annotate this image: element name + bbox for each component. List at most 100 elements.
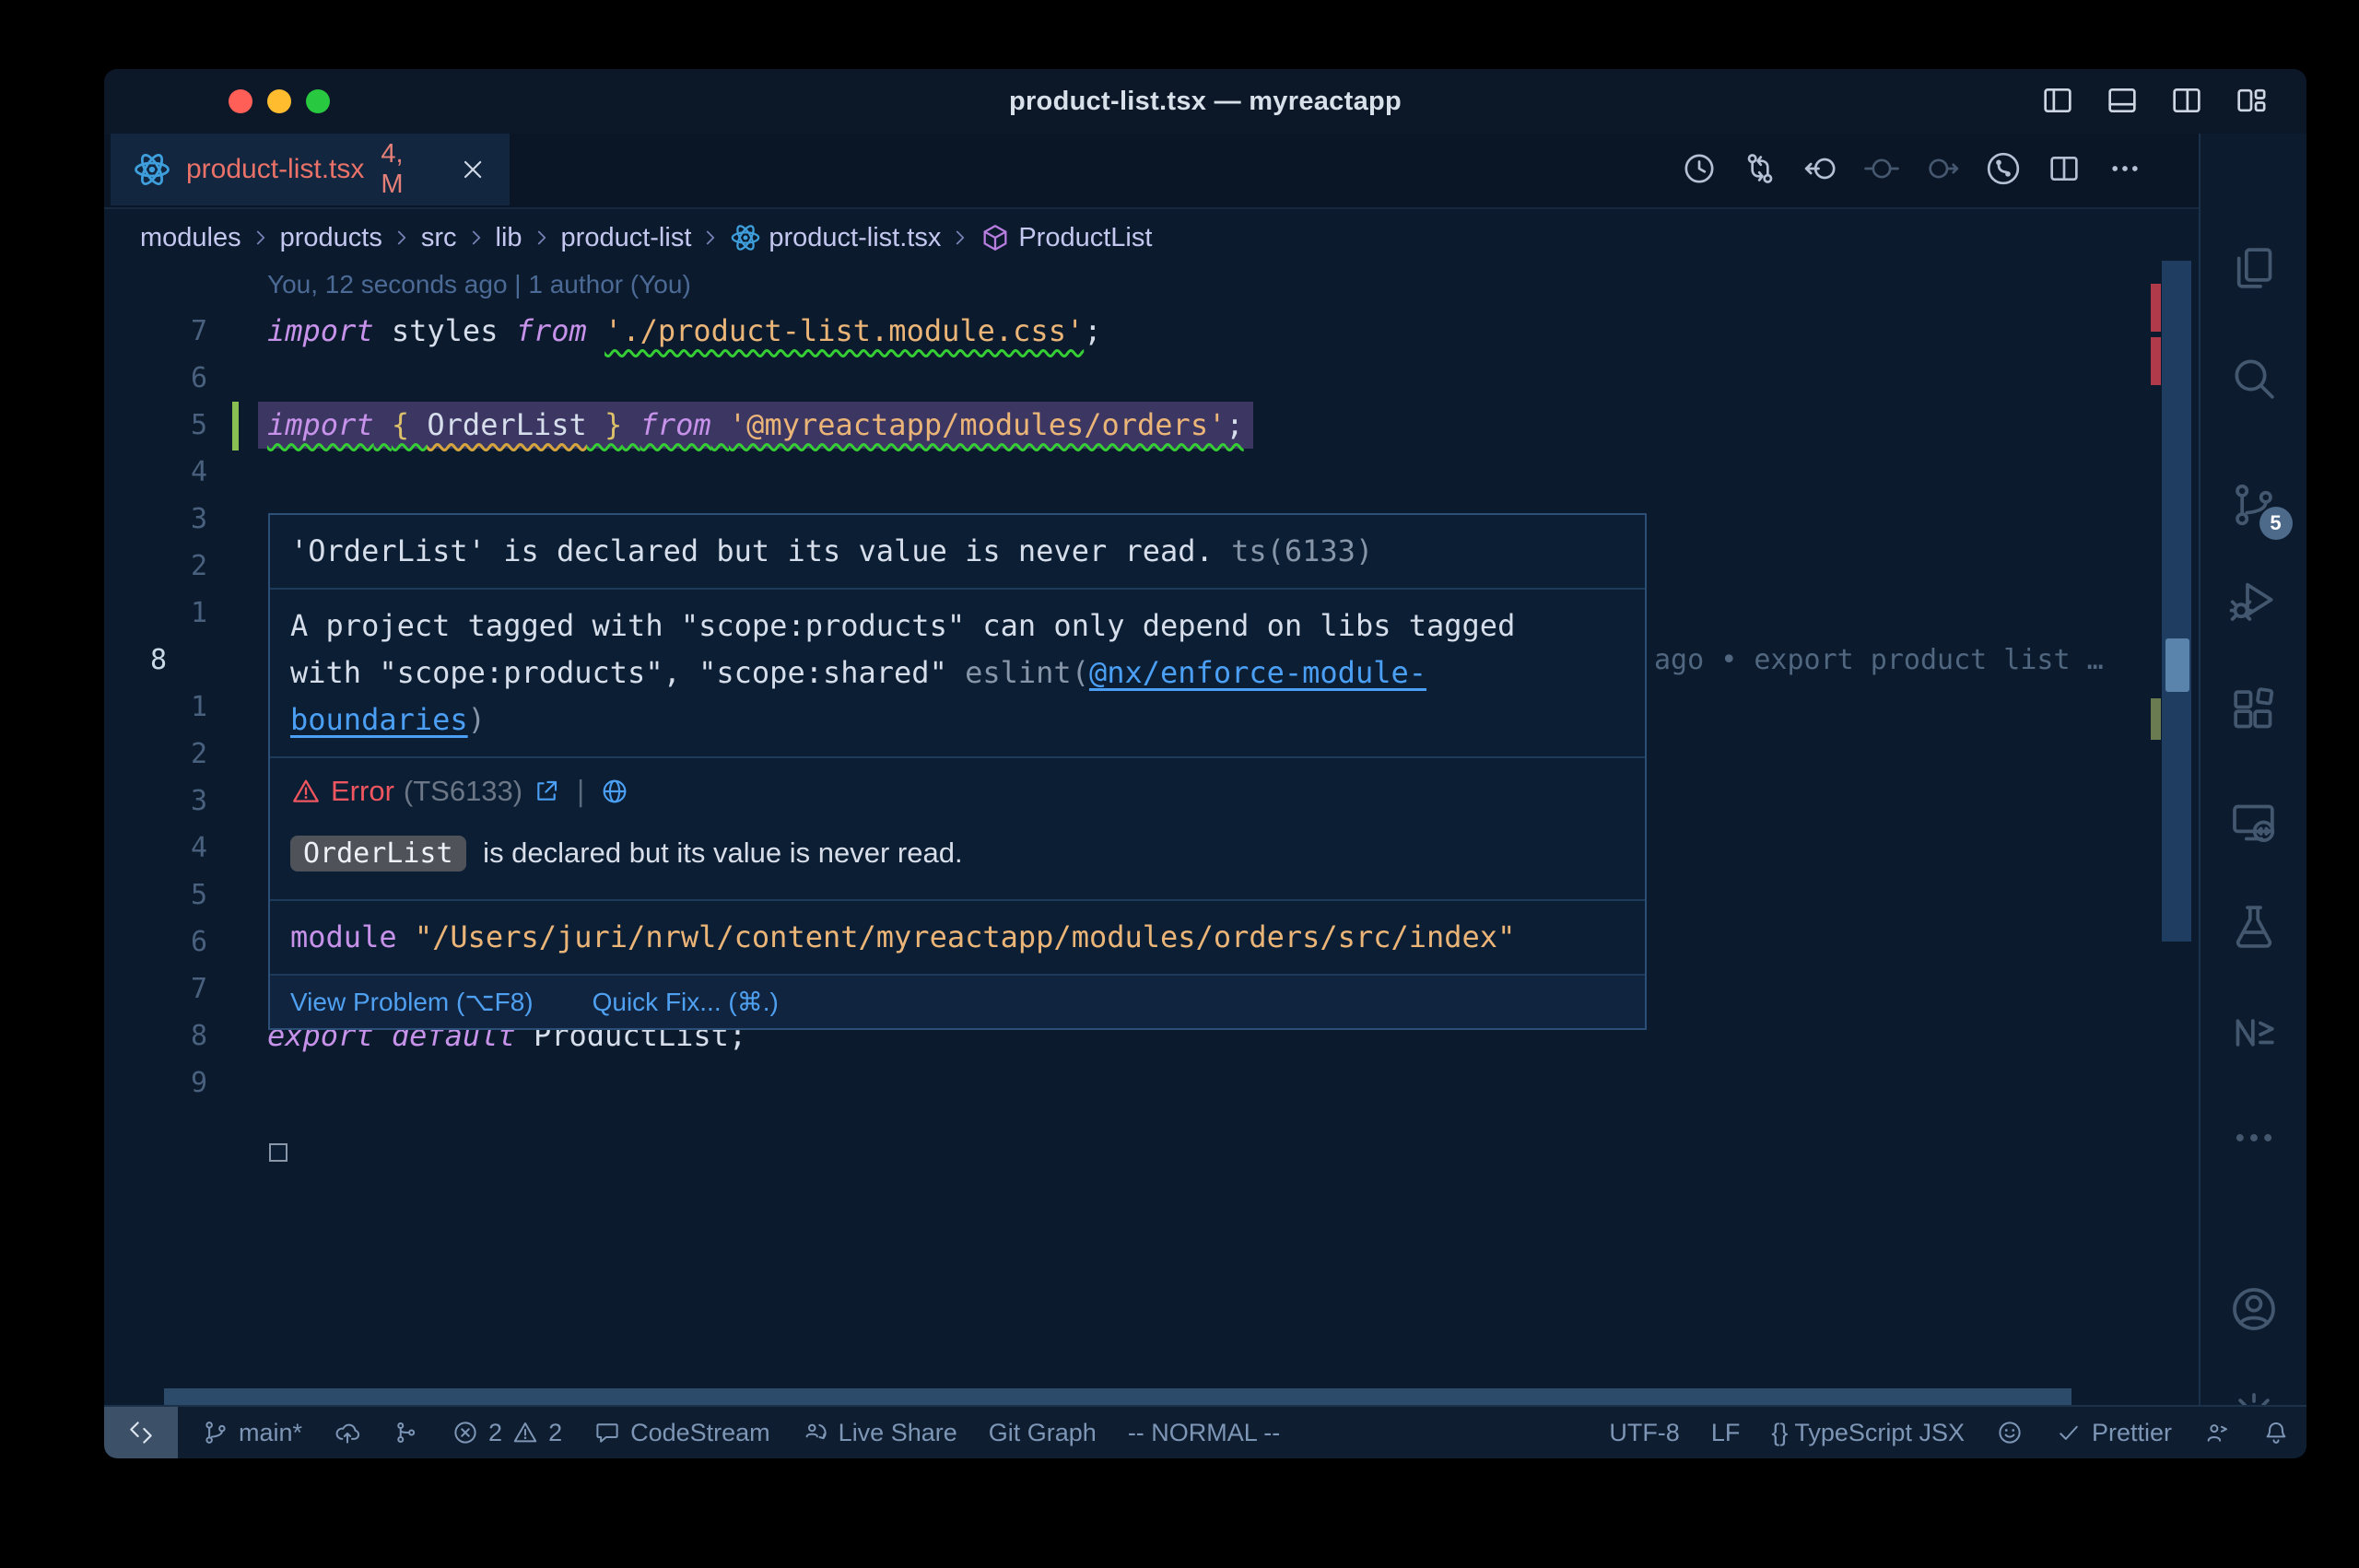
editor-actions (1681, 150, 2143, 187)
status-eol[interactable]: LF (1711, 1419, 1741, 1447)
bell-icon (2262, 1419, 2290, 1446)
status-live-share[interactable]: Live Share (802, 1419, 957, 1447)
eslint-rule-link[interactable]: boundaries (290, 702, 468, 737)
line-number: 8 (104, 1012, 207, 1059)
breadcrumb: modules products src lib product-list product… (104, 209, 2199, 266)
breadcrumb-item-product-list-tsx[interactable]: product-list.tsx (730, 222, 941, 253)
activity-source-control[interactable]: 5 (2228, 479, 2280, 531)
status-language-mode[interactable]: {} TypeScript JSX (1771, 1419, 1965, 1447)
line-number: 6 (104, 919, 207, 965)
gitlens-codelens[interactable]: You, 12 seconds ago | 1 author (You) (267, 261, 691, 308)
code-row: 6 (104, 355, 2199, 402)
status-git-graph-status[interactable] (393, 1419, 420, 1446)
activity-explorer[interactable] (2228, 242, 2280, 294)
open-changes-button[interactable] (1742, 150, 1778, 187)
more-actions-button[interactable] (2107, 150, 2143, 187)
go-previous-button (1863, 150, 1900, 187)
code-editor[interactable]: You, 12 seconds ago | 1 author (You)7imp… (104, 266, 2199, 1405)
status-git-graph[interactable]: Git Graph (989, 1419, 1097, 1447)
breadcrumb-item-src[interactable]: src (421, 223, 457, 253)
scrollbar-thumb[interactable] (2165, 638, 2189, 692)
status-git-branch[interactable]: main* (202, 1419, 302, 1447)
activity-nx-console[interactable] (2228, 1007, 2280, 1059)
status-encoding[interactable]: UTF-8 (1609, 1419, 1680, 1447)
overview-ruler-error-mark (2151, 284, 2161, 332)
activity-testing[interactable] (2228, 900, 2280, 952)
error-detail: OrderList is declared but its value is n… (270, 812, 1645, 901)
chevron-right-icon (249, 226, 273, 250)
status-publish-changes[interactable] (334, 1419, 361, 1446)
status-feedback[interactable] (1996, 1419, 2024, 1446)
breadcrumb-item-modules[interactable]: modules (140, 223, 241, 253)
activity-more-views[interactable] (2228, 1112, 2280, 1164)
line-number: 2 (104, 543, 207, 590)
extensions-icon (2228, 685, 2280, 736)
status-vim-mode[interactable]: -- NORMAL -- (1128, 1419, 1280, 1447)
gitlens-inline-blame: ago • export product list … (1654, 637, 2104, 684)
activity-accounts[interactable] (2228, 1283, 2280, 1335)
react-icon (730, 222, 761, 253)
status-remote-indicator[interactable] (104, 1407, 178, 1458)
cloud-upload-icon (334, 1419, 361, 1446)
more-icon (2228, 1112, 2280, 1164)
close-icon[interactable] (458, 154, 487, 185)
split-editor-button[interactable] (2046, 150, 2083, 187)
breadcrumb-item-products[interactable]: products (280, 223, 382, 253)
go-back-button[interactable] (1802, 150, 1839, 187)
beaker-icon (2228, 900, 2280, 952)
module-path: module "/Users/juri/nrwl/content/myreact… (270, 901, 1645, 976)
toggle-secondary-sidebar[interactable] (2168, 82, 2205, 119)
toggle-primary-sidebar[interactable] (2039, 82, 2076, 119)
breadcrumb-item-lib[interactable]: lib (496, 223, 522, 253)
customize-layout[interactable] (2233, 82, 2270, 119)
tab-product-list[interactable]: product-list.tsx 4, M (111, 134, 510, 205)
activity-search[interactable] (2228, 353, 2280, 404)
code-row: You, 12 seconds ago | 1 author (You) (104, 261, 2199, 308)
line-number: 4 (104, 825, 207, 872)
chevron-right-icon (464, 226, 488, 250)
tooltip-resize-handle[interactable] (269, 1143, 288, 1162)
status-live-share-contacts[interactable] (2203, 1419, 2231, 1446)
breadcrumb-item-product-list[interactable]: product-list (561, 223, 692, 253)
activity-extensions[interactable] (2228, 685, 2280, 736)
comment-icon (593, 1419, 621, 1446)
symbol-box-icon (980, 222, 1011, 253)
status-codestream[interactable]: CodeStream (593, 1419, 770, 1447)
activity-bar: 51 (2199, 134, 2306, 1405)
code-line: import styles from './product-list.modul… (267, 308, 1101, 355)
chevron-right-icon (390, 226, 414, 250)
overview-ruler-modified-mark (2151, 698, 2161, 740)
git-graph-view-button[interactable] (1985, 150, 2022, 187)
status-prettier[interactable]: Prettier (2055, 1419, 2172, 1447)
smiley-icon (1996, 1419, 2024, 1446)
live-share-icon (802, 1419, 829, 1446)
horizontal-scrollbar[interactable] (164, 1388, 2071, 1407)
line-number: 7 (104, 965, 207, 1012)
breadcrumb-item-productlist[interactable]: ProductList (980, 222, 1152, 253)
overview-ruler-error-mark (2151, 337, 2161, 385)
title-bar: product-list.tsx — myreactapp (104, 69, 2306, 134)
timeline-history-button[interactable] (1681, 150, 1718, 187)
status-notifications[interactable] (2262, 1419, 2290, 1446)
chevron-right-icon (530, 226, 554, 250)
scrollbar-track[interactable] (2162, 261, 2191, 942)
code-row: 7import styles from './product-list.modu… (104, 308, 2199, 355)
external-link-icon[interactable] (532, 777, 561, 806)
line-number: 2 (104, 731, 207, 778)
quick-fix-link[interactable]: Quick Fix... (⌘.) (593, 987, 779, 1017)
tab-label: product-list.tsx (186, 154, 364, 185)
nx-icon (2228, 1007, 2280, 1059)
toggle-panel[interactable] (2104, 82, 2141, 119)
search-icon (2228, 353, 2280, 404)
view-problem-link[interactable]: View Problem (⌥F8) (290, 987, 534, 1017)
window-title: product-list.tsx — myreactapp (104, 69, 2306, 134)
titlebar-layout-controls (2039, 82, 2270, 119)
chevron-right-icon (698, 226, 722, 250)
code-row: 4 (104, 449, 2199, 496)
globe-icon[interactable] (600, 777, 629, 806)
activity-run-debug[interactable] (2228, 574, 2280, 626)
eslint-rule-link[interactable]: @nx/enforce-module- (1089, 655, 1426, 690)
activity-remote-explorer[interactable] (2228, 797, 2280, 848)
status-problems[interactable]: 22 (452, 1419, 562, 1447)
symbol-chip: OrderList (290, 836, 466, 872)
